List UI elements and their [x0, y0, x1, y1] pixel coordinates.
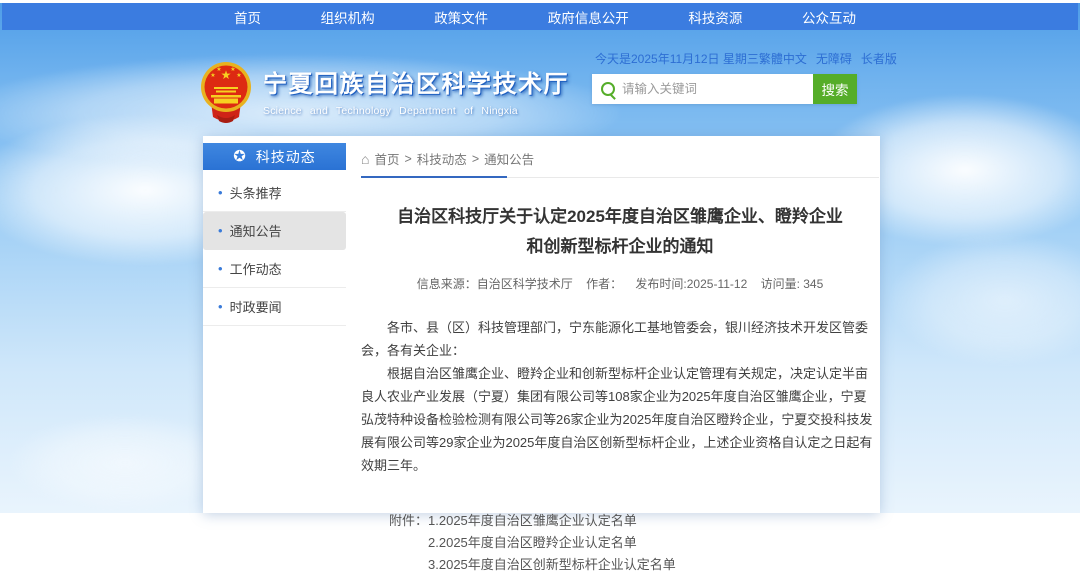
attachment-link-3[interactable]: 3.2025年度自治区创新型标杆企业认定名单	[428, 554, 676, 576]
article-body: 各市、县（区）科技管理部门，宁东能源化工基地管委会，银川经济技术开发区管委会，各…	[361, 316, 879, 477]
breadcrumb-home[interactable]: 首页	[374, 149, 399, 168]
content-panel: ✪ 科技动态 • 头条推荐 • 通知公告 • 工作动态 • 时政要闻 ⌂	[203, 136, 880, 513]
search-bar: 搜索	[592, 74, 857, 104]
national-emblem-icon: ★ ★ ★ ★ ★	[200, 60, 252, 124]
search-icon	[601, 82, 615, 96]
top-nav: 首页 组织机构 政策文件 政府信息公开 科技资源 公众互动	[2, 3, 1078, 30]
cloud-decoration	[890, 235, 1080, 365]
breadcrumb-tech-news[interactable]: 科技动态	[417, 149, 467, 168]
tech-news-badge-icon: ✪	[233, 149, 246, 164]
breadcrumb-separator: >	[404, 152, 411, 166]
attachments-label: 附件：	[389, 510, 428, 576]
breadcrumb-divider	[361, 177, 879, 178]
meta-publish-date: 发布时间:2025-11-12	[635, 277, 747, 291]
attachment-link-2[interactable]: 2.2025年度自治区瞪羚企业认定名单	[428, 532, 676, 554]
sidebar-item-label: 通知公告	[230, 221, 282, 240]
bullet-icon: •	[218, 261, 223, 276]
breadcrumb-separator: >	[472, 152, 479, 166]
svg-text:★: ★	[236, 72, 241, 79]
svg-text:★: ★	[216, 66, 221, 73]
header-info-row: 今天是2025年11月12日 星期三 繁體中文 无障碍 长者版	[595, 50, 871, 67]
svg-text:★: ★	[210, 72, 215, 79]
site-brand[interactable]: ★ ★ ★ ★ ★ 宁夏回族自治区科学技术厅 Science and Techn…	[200, 60, 569, 124]
breadcrumb: ⌂ 首页 > 科技动态 > 通知公告	[361, 149, 879, 168]
nav-item-gov-info-disclosure[interactable]: 政府信息公开	[548, 7, 629, 27]
attachments-block: 附件： 1.2025年度自治区雏鹰企业认定名单 2.2025年度自治区瞪羚企业认…	[389, 510, 879, 576]
sidebar-item-label: 头条推荐	[230, 183, 282, 202]
meta-views: 访问量: 345	[761, 277, 824, 291]
nav-item-home[interactable]: 首页	[234, 7, 261, 27]
meta-author: 作者：	[586, 277, 622, 291]
meta-source: 信息来源：自治区科学技术厅	[417, 277, 573, 291]
site-subtitle-english: Science and Technology Department of Nin…	[263, 105, 569, 117]
link-elder-version[interactable]: 长者版	[861, 50, 897, 67]
article-meta: 信息来源：自治区科学技术厅 作者： 发布时间:2025-11-12 访问量: 3…	[361, 275, 879, 292]
bullet-icon: •	[218, 223, 223, 238]
sidebar-item-notices[interactable]: • 通知公告	[203, 212, 346, 250]
home-icon: ⌂	[361, 152, 369, 166]
sidebar-item-headlines[interactable]: • 头条推荐	[203, 174, 346, 212]
sidebar-item-current-politics[interactable]: • 时政要闻	[203, 288, 346, 326]
nav-item-organization[interactable]: 组织机构	[321, 7, 375, 27]
bullet-icon: •	[218, 185, 223, 200]
sidebar-title: 科技动态	[256, 147, 316, 167]
article-paragraph: 各市、县（区）科技管理部门，宁东能源化工基地管委会，银川经济技术开发区管委会，各…	[361, 316, 879, 362]
search-button[interactable]: 搜索	[813, 74, 857, 104]
site-title: 宁夏回族自治区科学技术厅	[263, 64, 569, 99]
nav-item-tech-resources[interactable]: 科技资源	[688, 7, 742, 27]
main-content: ⌂ 首页 > 科技动态 > 通知公告 自治区科技厅关于认定2025年度自治区雏鹰…	[361, 143, 879, 576]
sidebar-item-work-news[interactable]: • 工作动态	[203, 250, 346, 288]
link-accessibility[interactable]: 无障碍	[816, 50, 852, 67]
nav-item-policy-documents[interactable]: 政策文件	[434, 7, 488, 27]
article-title: 自治区科技厅关于认定2025年度自治区雏鹰企业、瞪羚企业 和创新型标杆企业的通知	[361, 202, 879, 262]
bullet-icon: •	[218, 299, 223, 314]
svg-text:★: ★	[230, 66, 235, 73]
nav-item-public-interaction[interactable]: 公众互动	[802, 7, 856, 27]
sidebar-header: ✪ 科技动态	[203, 143, 346, 170]
article-paragraph: 根据自治区雏鹰企业、瞪羚企业和创新型标杆企业认定管理有关规定，决定认定半亩良人农…	[361, 362, 879, 477]
sidebar-item-label: 工作动态	[230, 259, 282, 278]
current-date-text: 今天是2025年11月12日 星期三	[595, 50, 759, 67]
search-input[interactable]	[592, 74, 813, 104]
breadcrumb-current: 通知公告	[484, 149, 534, 168]
link-traditional-chinese[interactable]: 繁體中文	[759, 50, 807, 67]
sidebar-item-label: 时政要闻	[230, 297, 282, 316]
sidebar: ✪ 科技动态 • 头条推荐 • 通知公告 • 工作动态 • 时政要闻	[203, 143, 346, 326]
